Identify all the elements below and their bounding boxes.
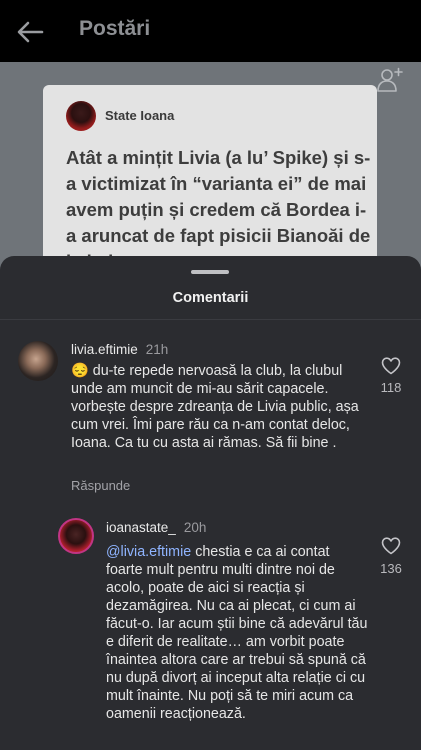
heart-icon[interactable] <box>381 537 401 555</box>
avatar <box>66 101 96 131</box>
comment-body: chestia e ca ai contat foarte mult pentr… <box>106 544 368 722</box>
comment-time: 21h <box>145 342 169 357</box>
mention-link[interactable]: @livia.eftimie <box>106 544 191 560</box>
avatar[interactable] <box>18 341 58 381</box>
comment-username[interactable]: livia.eftimie <box>71 342 138 357</box>
post-author: State Ioana <box>105 108 175 123</box>
avatar[interactable] <box>58 518 94 554</box>
drag-handle[interactable] <box>191 270 229 274</box>
heart-icon[interactable] <box>381 357 401 375</box>
page-title: Postări <box>79 17 151 40</box>
comment-username[interactable]: ioanastate_ <box>106 520 176 535</box>
comment-user[interactable]: ioanastate_ 20h <box>106 520 206 535</box>
comment-text: @livia.eftimie chestia e ca ai contat fo… <box>106 543 370 723</box>
back-arrow-icon[interactable] <box>14 18 46 46</box>
sheet-title: Comentarii <box>172 290 249 306</box>
divider <box>0 319 421 320</box>
reply-button[interactable]: Răspunde <box>71 478 130 493</box>
like-count: 136 <box>380 561 402 576</box>
add-user-icon[interactable] <box>377 67 403 93</box>
comment-text: 😔 du-te repede nervoasă la club, la club… <box>71 363 359 451</box>
like-count: 118 <box>380 380 402 395</box>
comment-user[interactable]: livia.eftimie 21h <box>71 342 168 357</box>
app-bar: Postări <box>0 0 421 62</box>
comments-sheet: Comentarii livia.eftimie 21h 😔 du-te repe… <box>0 256 421 750</box>
comment-time: 20h <box>183 520 207 535</box>
